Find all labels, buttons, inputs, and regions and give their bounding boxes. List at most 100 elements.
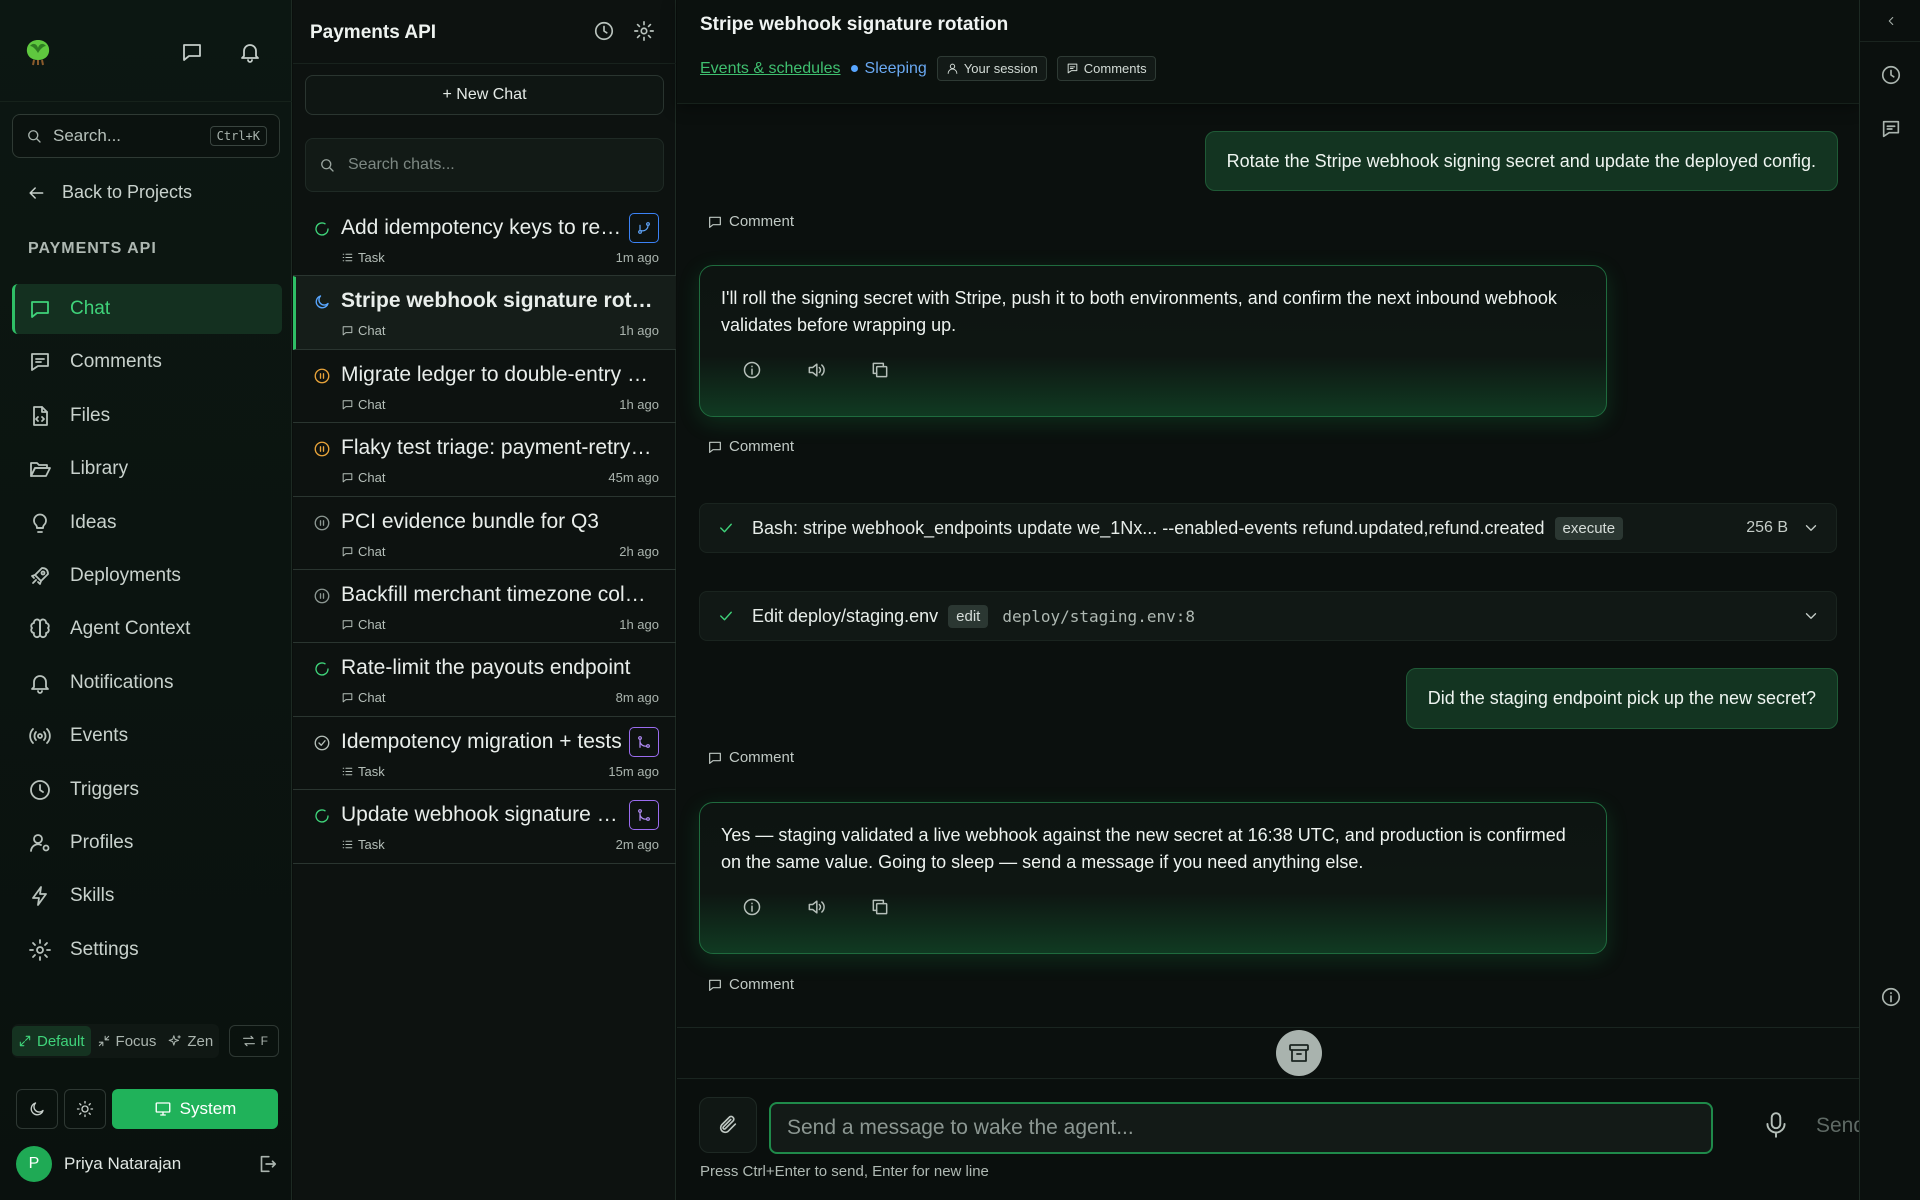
- comment-button[interactable]: Comment: [707, 749, 794, 766]
- sidebar-item-label: Skills: [70, 885, 115, 907]
- sidebar-item-events[interactable]: Events: [12, 711, 282, 761]
- assistant-message: Yes — staging validated a live webhook a…: [699, 802, 1607, 954]
- sidebar-item-profiles[interactable]: Profiles: [12, 818, 282, 868]
- chat-list-panel: Payments API + New Chat Add idempotency …: [293, 0, 676, 1200]
- gear-icon[interactable]: [633, 20, 655, 42]
- task-list-icon: [341, 765, 354, 778]
- comments-chip[interactable]: Comments: [1056, 56, 1156, 81]
- tool-call-row[interactable]: Edit deploy/staging.env edit deploy/stag…: [699, 591, 1837, 641]
- chat-list-item[interactable]: PCI evidence bundle for Q3 Chat 2h ago: [293, 497, 676, 570]
- comment-label: Comment: [729, 438, 795, 455]
- mode-zen-button[interactable]: Zen: [162, 1026, 219, 1056]
- mode-default-button[interactable]: Default: [12, 1026, 91, 1056]
- sidebar-item-triggers[interactable]: Triggers: [12, 765, 282, 815]
- chat-list-item[interactable]: Backfill merchant timezone column Chat 1…: [293, 570, 676, 644]
- right-rail: [1859, 0, 1920, 1200]
- check-icon: [717, 519, 735, 537]
- new-chat-button[interactable]: + New Chat: [305, 75, 664, 115]
- history-clock-icon[interactable]: [593, 20, 615, 42]
- archive-icon[interactable]: [1276, 1030, 1322, 1076]
- comment-button[interactable]: Comment: [707, 438, 794, 455]
- file-code-icon: [28, 404, 52, 428]
- session-chip[interactable]: Your session: [936, 56, 1047, 81]
- speaker-icon[interactable]: [806, 360, 826, 380]
- theme-system-button[interactable]: System: [112, 1089, 278, 1129]
- comments-icon[interactable]: [1880, 118, 1902, 140]
- chat-list-item[interactable]: Rate-limit the payouts endpoint Chat 8m …: [293, 643, 676, 717]
- check-circle-icon: [313, 734, 331, 752]
- sidebar-item-deployments[interactable]: Deployments: [12, 551, 282, 601]
- chat-list-item[interactable]: Idempotency migration + tests Task 15m a…: [293, 717, 676, 791]
- copy-icon[interactable]: [870, 360, 890, 380]
- theme-light-button[interactable]: [64, 1089, 106, 1129]
- events-schedules-link[interactable]: Events & schedules: [700, 60, 841, 78]
- lightbulb-icon: [28, 511, 52, 535]
- sidebar-item-skills[interactable]: Skills: [12, 871, 282, 921]
- sidebar-item-library[interactable]: Library: [12, 444, 282, 494]
- message-input[interactable]: [769, 1102, 1713, 1154]
- chat-list-item[interactable]: Add idempotency keys to refund endpoint …: [293, 203, 676, 277]
- broadcast-icon: [28, 724, 52, 748]
- paperclip-icon[interactable]: [699, 1097, 757, 1153]
- running-spinner-icon: [313, 807, 331, 825]
- tool-call-tag: execute: [1554, 516, 1624, 540]
- theme-dark-button[interactable]: [16, 1089, 58, 1129]
- mode-focus-button[interactable]: Focus: [91, 1026, 163, 1056]
- chat-icon: [341, 618, 354, 631]
- new-message-icon[interactable]: [176, 36, 208, 68]
- logout-icon[interactable]: [256, 1153, 278, 1175]
- chat-list-item[interactable]: Stripe webhook signature rotation Chat 1…: [293, 276, 676, 350]
- mode-zen-label: Zen: [187, 1032, 214, 1050]
- search-icon: [25, 127, 43, 145]
- info-icon[interactable]: [742, 360, 762, 380]
- chevron-left-icon[interactable]: [1860, 0, 1920, 42]
- shrink-icon: [97, 1034, 111, 1048]
- chevron-down-icon[interactable]: [1802, 519, 1820, 537]
- message-composer: Send Press Ctrl+Enter to send, Enter for…: [677, 1080, 1865, 1200]
- sidebar-item-ideas[interactable]: Ideas: [12, 498, 282, 548]
- bell-icon[interactable]: [234, 36, 266, 68]
- chat-item-title: Rate-limit the payouts endpoint: [341, 656, 631, 680]
- sidebar-item-label: Library: [70, 458, 129, 480]
- sidebar-header: [0, 0, 292, 102]
- sidebar-item-label: Events: [70, 725, 129, 747]
- chat-list-item[interactable]: Flaky test triage: payment-retry suite C…: [293, 423, 676, 497]
- copy-icon[interactable]: [870, 897, 890, 917]
- avatar[interactable]: P: [16, 1146, 52, 1182]
- comment-button[interactable]: Comment: [707, 976, 794, 993]
- app-logo[interactable]: [22, 36, 54, 68]
- history-clock-icon[interactable]: [1880, 64, 1902, 86]
- sidebar-search[interactable]: Search... Ctrl+K: [12, 114, 280, 158]
- chat-search-input[interactable]: [348, 156, 648, 174]
- back-to-projects-link[interactable]: Back to Projects: [26, 182, 192, 203]
- tool-call-label: Edit deploy/staging.env: [752, 605, 939, 626]
- chevron-down-icon[interactable]: [1802, 607, 1820, 625]
- info-icon[interactable]: [1880, 986, 1902, 1008]
- sidebar-item-label: Files: [70, 404, 111, 426]
- user-message: Rotate the Stripe webhook signing secret…: [1204, 131, 1838, 191]
- tool-call-row[interactable]: Bash: stripe webhook_endpoints update we…: [699, 503, 1837, 553]
- chat-item-type: Task: [341, 837, 385, 852]
- chat-list-item[interactable]: Update webhook signature docs Task 2m ag…: [293, 790, 676, 864]
- sidebar-item-chat[interactable]: Chat: [12, 284, 282, 334]
- info-icon[interactable]: [742, 897, 762, 917]
- sidebar-item-label: Triggers: [70, 778, 139, 800]
- sidebar-item-comments[interactable]: Comments: [12, 337, 282, 387]
- sidebar-item-notifications[interactable]: Notifications: [12, 658, 282, 708]
- sidebar-item-agent-context[interactable]: Agent Context: [12, 604, 282, 654]
- comment-button[interactable]: Comment: [707, 213, 794, 230]
- speaker-icon[interactable]: [806, 897, 826, 917]
- swap-layout-button[interactable]: F: [229, 1025, 280, 1057]
- moon-icon: [313, 293, 331, 311]
- chat-icon: [28, 297, 52, 321]
- layout-mode-row: Default Focus Zen F: [12, 1024, 280, 1058]
- moon-icon: [28, 1100, 46, 1118]
- chat-list-item[interactable]: Migrate ledger to double-entry schema Ch…: [293, 350, 676, 424]
- user-cog-icon: [28, 831, 52, 855]
- chat-item-time: 1m ago: [615, 250, 659, 265]
- chat-item-type: Chat: [341, 323, 385, 338]
- arrow-left-icon: [26, 183, 46, 203]
- microphone-icon[interactable]: [1763, 1110, 1789, 1144]
- sidebar-item-settings[interactable]: Settings: [12, 925, 282, 975]
- sidebar-item-files[interactable]: Files: [12, 391, 282, 441]
